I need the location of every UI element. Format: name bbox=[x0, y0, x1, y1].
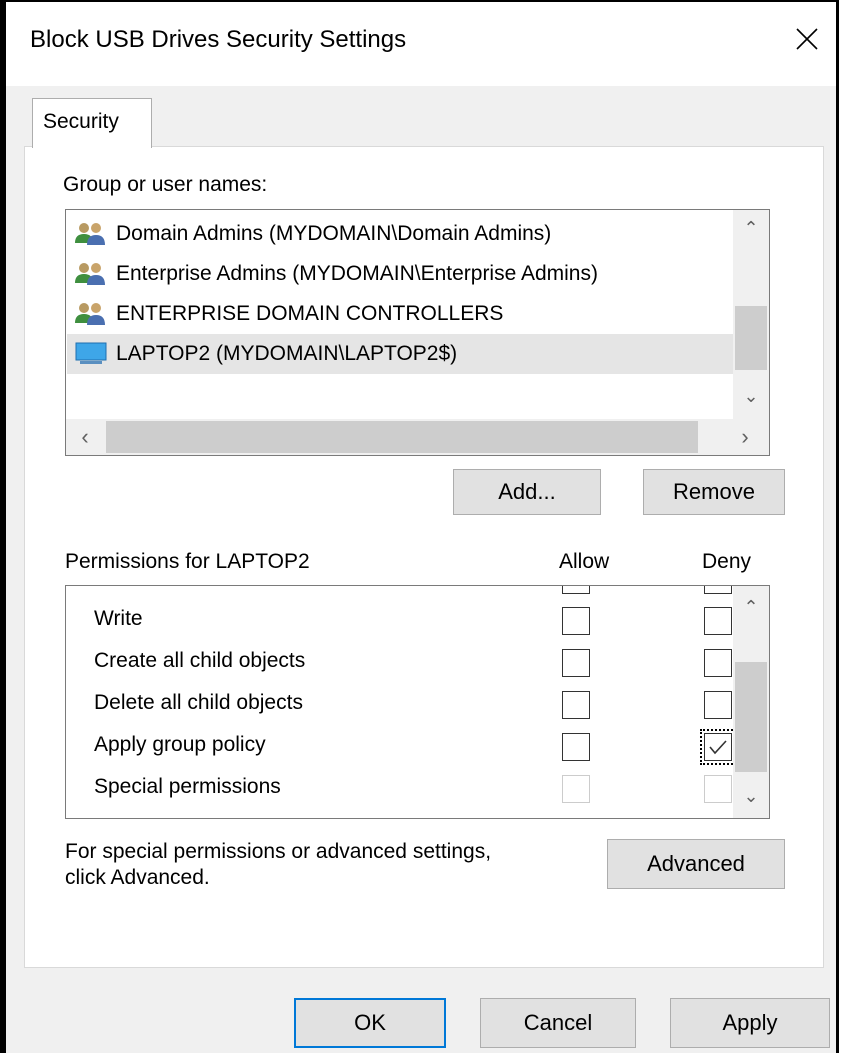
advanced-button[interactable]: Advanced bbox=[607, 839, 785, 889]
permission-name: Create all child objects bbox=[94, 649, 306, 672]
allow-checkbox[interactable] bbox=[562, 586, 590, 594]
allow-checkbox[interactable] bbox=[562, 607, 590, 635]
title-bar: Block USB Drives Security Settings bbox=[6, 2, 836, 86]
allow-checkbox-disabled bbox=[562, 775, 590, 803]
scroll-thumb[interactable] bbox=[735, 662, 767, 772]
close-button[interactable] bbox=[784, 16, 830, 62]
group-or-user-names-label: Group or user names: bbox=[63, 173, 268, 196]
allow-checkbox[interactable] bbox=[562, 691, 590, 719]
list-item[interactable]: Enterprise Admins (MYDOMAIN\Enterprise A… bbox=[74, 254, 598, 294]
advanced-note: For special permissions or advanced sett… bbox=[65, 839, 491, 891]
permission-row: Create all child objects bbox=[66, 642, 734, 684]
cancel-button[interactable]: Cancel bbox=[480, 998, 636, 1048]
list-item-label: Enterprise Admins (MYDOMAIN\Enterprise A… bbox=[116, 262, 598, 285]
group-user-listbox[interactable]: Domain Admins (MYDOMAIN\Domain Admins) E… bbox=[65, 209, 770, 456]
list-item-label: ENTERPRISE DOMAIN CONTROLLERS bbox=[116, 302, 504, 325]
permission-row: Delete all child objects bbox=[66, 684, 734, 726]
list-item[interactable]: LAPTOP2 (MYDOMAIN\LAPTOP2$) bbox=[67, 334, 761, 374]
users-group-icon bbox=[74, 260, 110, 288]
scroll-down-icon[interactable]: ⌄ bbox=[733, 378, 769, 414]
deny-checkbox[interactable] bbox=[704, 649, 732, 677]
permission-name: Apply group policy bbox=[94, 733, 266, 756]
allow-column-header: Allow bbox=[559, 550, 610, 573]
computer-monitor-icon bbox=[74, 340, 110, 368]
horizontal-scrollbar[interactable]: ‹ › bbox=[66, 419, 769, 455]
add-button[interactable]: Add... bbox=[453, 469, 601, 515]
allow-checkbox[interactable] bbox=[562, 733, 590, 761]
deny-checkbox[interactable] bbox=[704, 607, 732, 635]
apply-button[interactable]: Apply bbox=[670, 998, 830, 1048]
horizontal-scroll-thumb[interactable] bbox=[106, 421, 698, 453]
remove-button[interactable]: Remove bbox=[643, 469, 785, 515]
list-item[interactable]: Domain Admins (MYDOMAIN\Domain Admins) bbox=[74, 214, 551, 254]
tab-security[interactable]: Security bbox=[32, 98, 152, 148]
checkmark-icon bbox=[709, 740, 727, 755]
list-item-label: Domain Admins (MYDOMAIN\Domain Admins) bbox=[116, 222, 552, 245]
scroll-thumb[interactable] bbox=[735, 306, 767, 370]
ok-button[interactable]: OK bbox=[294, 998, 446, 1048]
scroll-up-icon[interactable]: ⌃ bbox=[733, 210, 769, 246]
advanced-note-line-2: click Advanced. bbox=[65, 866, 210, 889]
permissions-label: Permissions for LAPTOP2 bbox=[65, 550, 310, 573]
close-icon bbox=[796, 28, 818, 50]
deny-checkbox-checked[interactable] bbox=[700, 729, 736, 765]
deny-checkbox-disabled bbox=[704, 775, 732, 803]
scroll-left-icon[interactable]: ‹ bbox=[70, 419, 100, 455]
dialog-body: Security Group or user names: Domain Adm… bbox=[6, 86, 836, 1053]
permission-row: Special permissions bbox=[66, 768, 734, 810]
scroll-up-icon[interactable]: ⌃ bbox=[733, 590, 769, 624]
security-tab-panel: Group or user names: Domain Admins (MYDO… bbox=[24, 146, 824, 968]
permission-row: Write bbox=[66, 600, 734, 642]
permissions-list: Write Create all child objects Delete al… bbox=[65, 585, 770, 819]
permission-name: Delete all child objects bbox=[94, 691, 303, 714]
list-item-label: LAPTOP2 (MYDOMAIN\LAPTOP2$) bbox=[116, 342, 458, 365]
list-item[interactable]: ENTERPRISE DOMAIN CONTROLLERS bbox=[74, 294, 503, 334]
security-settings-dialog: Block USB Drives Security Settings Secur… bbox=[0, 0, 839, 1053]
scroll-down-icon[interactable]: ⌄ bbox=[733, 778, 769, 814]
permission-row: Apply group policy bbox=[66, 726, 736, 768]
permissions-vertical-scrollbar[interactable]: ⌃ ⌄ bbox=[733, 586, 769, 818]
deny-column-header: Deny bbox=[702, 550, 752, 573]
window-title: Block USB Drives Security Settings bbox=[30, 26, 407, 53]
deny-checkbox[interactable] bbox=[704, 691, 732, 719]
users-group-icon bbox=[74, 220, 110, 248]
scroll-right-icon[interactable]: › bbox=[730, 419, 760, 455]
permission-name: Write bbox=[94, 607, 143, 630]
users-group-icon bbox=[74, 300, 110, 328]
permission-name: Special permissions bbox=[94, 775, 281, 798]
advanced-note-line-1: For special permissions or advanced sett… bbox=[65, 840, 492, 863]
allow-checkbox[interactable] bbox=[562, 649, 590, 677]
deny-checkbox[interactable] bbox=[704, 586, 732, 594]
vertical-scrollbar[interactable]: ⌃ ⌄ bbox=[733, 210, 769, 419]
